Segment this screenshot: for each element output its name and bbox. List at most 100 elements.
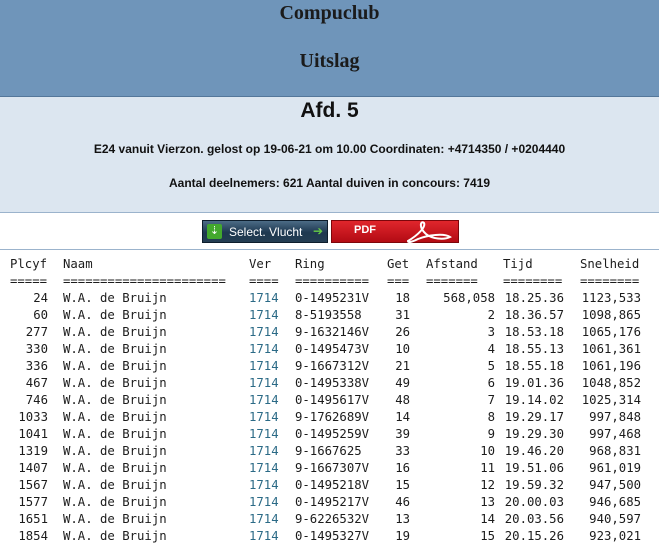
cell-get: 21 (395, 359, 410, 373)
cell-afstand: 2 (487, 308, 495, 322)
cell-ver: 1714 (249, 444, 279, 458)
cell-get: 33 (395, 444, 410, 458)
cell-ring: 9-6226532V (295, 512, 370, 526)
cell-ver: 1714 (249, 308, 279, 322)
cell-ring: 9-1667312V (295, 359, 370, 373)
cell-ver: 1714 (249, 427, 279, 441)
column-separator-get: === (387, 274, 410, 288)
cell-ver: 1714 (249, 478, 279, 492)
cell-ver: 1714 (249, 291, 279, 305)
cell-tijd: 19.59.32 (504, 478, 564, 492)
column-separator-snelheid: ======== (580, 274, 640, 288)
cell-afstand: 3 (487, 325, 495, 339)
cell-ring: 0-1495217V (295, 495, 370, 509)
cell-ring: 0-1495218V (295, 478, 370, 492)
column-header-plcyf: Plcyf (10, 257, 48, 271)
cell-naam: W.A. de Bruijn (63, 495, 167, 509)
column-separator-plcyf: ===== (10, 274, 48, 288)
cell-ring: 0-1495259V (295, 427, 370, 441)
cell-snelheid: 1025,314 (581, 393, 641, 407)
cell-afstand: 9 (487, 427, 495, 441)
cell-tijd: 19.01.36 (504, 376, 564, 390)
cell-ring: 0-1495338V (295, 376, 370, 390)
cell-tijd: 19.14.02 (504, 393, 564, 407)
cell-get: 14 (395, 410, 410, 424)
cell-get: 15 (395, 478, 410, 492)
cell-plcyf: 1407 (18, 461, 48, 475)
cell-plcyf: 277 (25, 325, 48, 339)
cell-naam: W.A. de Bruijn (63, 359, 167, 373)
cell-get: 18 (395, 291, 410, 305)
cell-tijd: 20.15.26 (504, 529, 564, 543)
results-table: Plcyf ===== Naam ====================== Ver =… (0, 0, 659, 553)
cell-snelheid: 1061,196 (581, 359, 641, 373)
column-header-get: Get (387, 257, 410, 271)
cell-afstand: 4 (487, 342, 495, 356)
cell-afstand: 12 (480, 478, 495, 492)
cell-plcyf: 1577 (18, 495, 48, 509)
cell-naam: W.A. de Bruijn (63, 393, 167, 407)
cell-ring: 9-1667307V (295, 461, 370, 475)
cell-afstand: 13 (480, 495, 495, 509)
cell-snelheid: 961,019 (589, 461, 641, 475)
cell-ring: 9-1667625 (295, 444, 362, 458)
cell-get: 10 (395, 342, 410, 356)
cell-get: 39 (395, 427, 410, 441)
cell-naam: W.A. de Bruijn (63, 410, 167, 424)
column-separator-ver: ==== (249, 274, 279, 288)
cell-afstand: 11 (480, 461, 495, 475)
cell-ring: 0-1495473V (295, 342, 370, 356)
cell-snelheid: 1123,533 (581, 291, 641, 305)
cell-snelheid: 946,685 (589, 495, 641, 509)
column-header-tijd: Tijd (503, 257, 533, 271)
cell-naam: W.A. de Bruijn (63, 529, 167, 543)
cell-plcyf: 1319 (18, 444, 48, 458)
cell-naam: W.A. de Bruijn (63, 461, 167, 475)
cell-tijd: 18.25.36 (504, 291, 564, 305)
cell-snelheid: 1061,361 (581, 342, 641, 356)
cell-naam: W.A. de Bruijn (63, 444, 167, 458)
cell-plcyf: 60 (33, 308, 48, 322)
cell-plcyf: 336 (25, 359, 48, 373)
cell-get: 46 (395, 495, 410, 509)
cell-afstand: 6 (487, 376, 495, 390)
cell-snelheid: 1098,865 (581, 308, 641, 322)
cell-ring: 0-1495617V (295, 393, 370, 407)
cell-tijd: 20.03.56 (504, 512, 564, 526)
cell-get: 48 (395, 393, 410, 407)
cell-afstand: 8 (487, 410, 495, 424)
cell-afstand: 7 (487, 393, 495, 407)
cell-tijd: 19.46.20 (504, 444, 564, 458)
cell-plcyf: 467 (25, 376, 48, 390)
cell-tijd: 19.51.06 (504, 461, 564, 475)
cell-get: 26 (395, 325, 410, 339)
cell-naam: W.A. de Bruijn (63, 291, 167, 305)
cell-ver: 1714 (249, 495, 279, 509)
cell-get: 16 (395, 461, 410, 475)
cell-naam: W.A. de Bruijn (63, 325, 167, 339)
cell-plcyf: 1854 (18, 529, 48, 543)
cell-ver: 1714 (249, 393, 279, 407)
cell-afstand: 5 (487, 359, 495, 373)
cell-naam: W.A. de Bruijn (63, 342, 167, 356)
cell-get: 13 (395, 512, 410, 526)
cell-snelheid: 1048,852 (581, 376, 641, 390)
cell-ver: 1714 (249, 512, 279, 526)
cell-naam: W.A. de Bruijn (63, 427, 167, 441)
column-header-snelheid: Snelheid (580, 257, 640, 271)
cell-ver: 1714 (249, 342, 279, 356)
cell-snelheid: 940,597 (589, 512, 641, 526)
cell-plcyf: 1041 (18, 427, 48, 441)
column-header-naam: Naam (63, 257, 93, 271)
column-separator-ring: ========== (295, 274, 370, 288)
cell-get: 19 (395, 529, 410, 543)
cell-snelheid: 947,500 (589, 478, 641, 492)
cell-afstand: 568,058 (443, 291, 495, 305)
cell-snelheid: 1065,176 (581, 325, 641, 339)
cell-plcyf: 330 (25, 342, 48, 356)
cell-tijd: 19.29.17 (504, 410, 564, 424)
cell-ring: 0-1495327V (295, 529, 370, 543)
cell-naam: W.A. de Bruijn (63, 478, 167, 492)
cell-get: 31 (395, 308, 410, 322)
cell-ver: 1714 (249, 461, 279, 475)
